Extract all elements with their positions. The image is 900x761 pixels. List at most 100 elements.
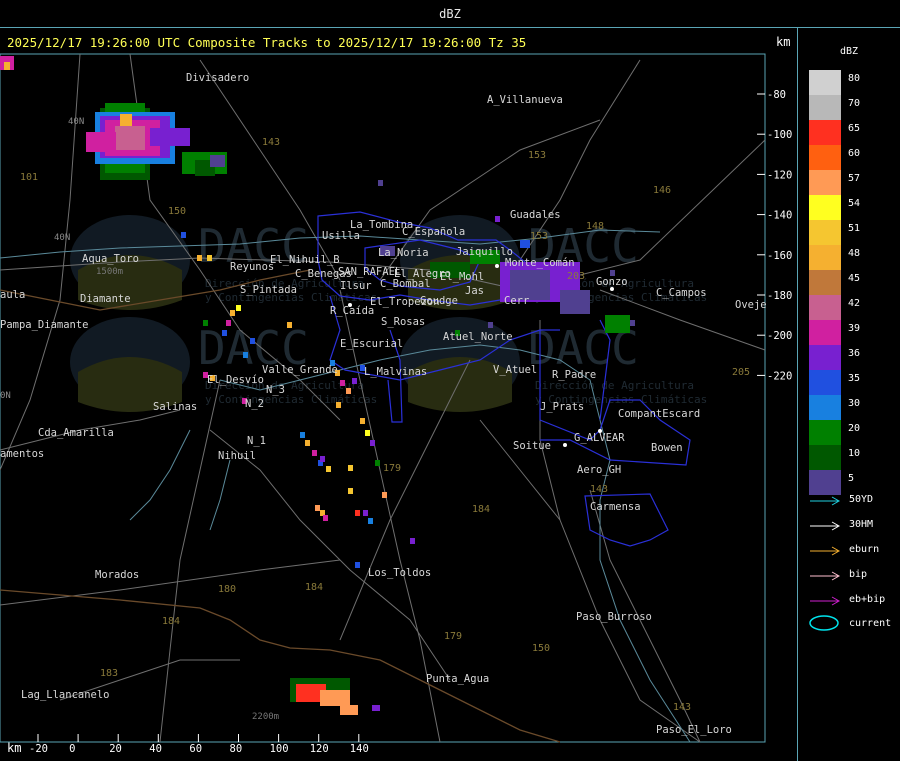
route-number: 203 [567, 271, 585, 282]
legend-swatch-51 [809, 220, 841, 245]
track-label: eb+bip [849, 594, 886, 605]
place-label: G_ALVEAR [574, 432, 625, 444]
echo-cell [326, 466, 331, 472]
echo-cell [365, 430, 370, 436]
echo-cell [375, 460, 380, 466]
echo-cell [495, 216, 500, 222]
route-number: 143 [262, 137, 280, 148]
place-label: Aqua_Toro [82, 253, 139, 265]
echo-cell [305, 440, 310, 446]
place-label: C_Española [402, 226, 465, 238]
route-number: 183 [100, 668, 118, 679]
place-label: V_Atuel [493, 364, 537, 376]
route-number: 184 [472, 504, 490, 515]
track-label: bip [849, 569, 868, 580]
place-label: CompantEscard [618, 408, 700, 420]
y-tick-label: -180 [767, 290, 792, 302]
legend-value: 45 [848, 273, 861, 284]
place-label: Pampa_Diamante [0, 319, 89, 331]
place-label: Gonzo [596, 276, 628, 288]
route-number: 184 [162, 616, 180, 627]
legend-value: 39 [848, 323, 861, 334]
place-label: Bowen [651, 442, 683, 454]
legend-value: 51 [848, 223, 861, 234]
echo-cell [230, 310, 235, 316]
place-label: J_Prats [540, 401, 584, 413]
place-label: Lag_Llancanelo [21, 689, 110, 701]
route-number: 143 [590, 484, 608, 495]
legend-swatch-30 [809, 395, 841, 420]
legend-swatch-5 [809, 470, 841, 495]
grid-label: 40N [54, 233, 70, 243]
place-label: Oveje [735, 299, 767, 311]
place-label: Divisadero [186, 72, 249, 84]
echo-cell [410, 538, 415, 544]
legend-value: 65 [848, 123, 861, 134]
legend-swatch-45 [809, 270, 841, 295]
window-title: dBZ [439, 7, 461, 21]
y-tick-label: -120 [767, 169, 792, 181]
echo-cell [226, 320, 231, 326]
place-label: Los_Toldos [368, 567, 431, 579]
place-label: Aero_GH [577, 464, 621, 476]
legend-value: 60 [848, 148, 861, 159]
echo-cell [360, 418, 365, 424]
echo-cell [355, 510, 360, 516]
x-tick-label: 20 [109, 743, 122, 755]
x-axis: -20 0 20 40 60 80 100 120 140 [29, 734, 369, 755]
place-label: Soitue [513, 440, 551, 452]
route-number: 148 [586, 221, 604, 232]
place-label: C_Campos [656, 287, 707, 299]
echo-cell [236, 305, 241, 311]
echo-cell [363, 510, 368, 516]
x-tick-label: 60 [189, 743, 202, 755]
place-label: Nihuil [218, 450, 256, 462]
route-number: 179 [383, 463, 401, 474]
legend-swatch-36 [809, 345, 841, 370]
echo-cell [197, 255, 202, 261]
track-arrow-icon [810, 496, 841, 506]
echo-cell [348, 465, 353, 471]
place-label: R_Padre [552, 369, 596, 381]
echo-cell [250, 338, 255, 344]
grid-label: 40N [68, 117, 84, 127]
track-arrow-icon [810, 596, 841, 606]
place-label: Guadales [510, 209, 561, 221]
track-label: eburn [849, 544, 880, 555]
place-label: N_3 [266, 384, 285, 396]
grid-label: 0N [0, 391, 11, 401]
place-label: R_Caída [330, 305, 374, 317]
y-tick-label: -200 [767, 330, 792, 342]
legend-swatch-39 [809, 320, 841, 345]
legend-value: 42 [848, 298, 861, 309]
echo-cell [336, 402, 341, 408]
track-arrow-icon [810, 571, 841, 581]
route-number: 146 [653, 185, 671, 196]
echo-cell [352, 378, 357, 384]
legend-title: dBZ [840, 46, 859, 57]
route-number: 184 [305, 582, 323, 593]
place-label: A_Villanueva [487, 94, 563, 106]
place-label: El_Mohl [440, 271, 484, 283]
legend-value: 10 [848, 448, 861, 459]
place-label: S_Pintada [240, 284, 297, 296]
route-number: 153 [530, 231, 548, 242]
contour-label: 1500m [96, 267, 123, 277]
place-label: El_Tropezon [370, 296, 440, 308]
place-label: Paso_El_Loro [656, 724, 732, 736]
legend-value: 70 [848, 98, 861, 109]
echo-cell [300, 432, 305, 438]
track-label: 30HM [849, 519, 874, 530]
echo-cell [348, 488, 353, 494]
legend-value: 36 [848, 348, 861, 359]
radar-map[interactable]: DACC Dirección de Agricultura y Continge… [0, 28, 797, 761]
x-tick-label: 140 [350, 743, 369, 755]
echo-cell [323, 515, 328, 521]
place-label: Monte_Comán [505, 257, 575, 269]
legend-swatch-42 [809, 295, 841, 320]
legend-value: 57 [848, 173, 861, 184]
current-label: current [849, 618, 892, 629]
echo-cell [382, 492, 387, 498]
route-number: 153 [528, 150, 546, 161]
route-number: 179 [444, 631, 462, 642]
